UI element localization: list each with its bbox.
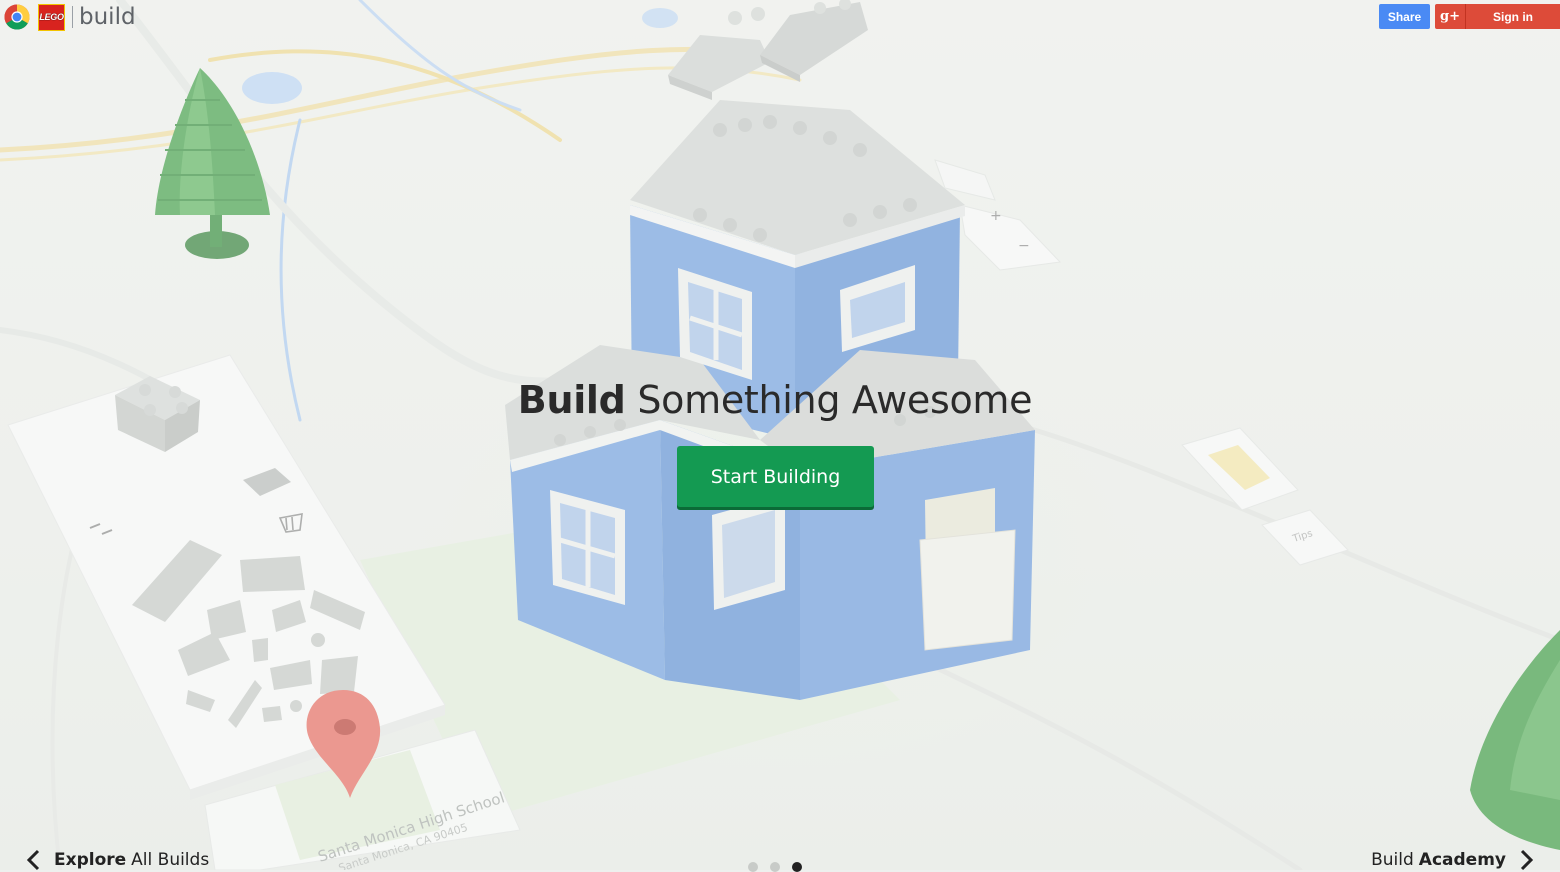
google-plus-icon[interactable]: g+ [1435, 4, 1465, 29]
explore-all-builds-link[interactable]: Explore All Builds [26, 848, 209, 872]
share-button[interactable]: Share [1379, 4, 1430, 29]
chevron-left-icon [26, 849, 40, 871]
explore-bold: Explore [54, 850, 127, 870]
build-scene-background: Santa Monica High School Santa Monica, C… [0, 0, 1560, 870]
scene-veil [0, 0, 1560, 870]
hero-title-bold: Build [517, 378, 626, 422]
pager-dot-1[interactable] [748, 862, 758, 872]
pager-dot-3[interactable] [792, 862, 802, 872]
build-academy-link[interactable]: Build Academy [1371, 848, 1534, 872]
academy-pre: Build [1371, 850, 1414, 870]
pager-dot-2[interactable] [770, 862, 780, 872]
hero-title-rest: Something Awesome [637, 378, 1033, 422]
start-building-button[interactable]: Start Building [677, 446, 874, 507]
lego-logo: LEGO [38, 3, 65, 31]
brand-divider [72, 6, 73, 28]
sign-in-button[interactable]: Sign in [1465, 4, 1560, 29]
academy-bold: Academy [1418, 850, 1506, 870]
explore-rest: All Builds [131, 850, 210, 870]
scene-illustration: Santa Monica High School Santa Monica, C… [0, 0, 1560, 870]
brand-word: build [79, 4, 136, 30]
lego-logo-text: LEGO [39, 12, 64, 22]
chevron-right-icon [1520, 849, 1534, 871]
chrome-logo-icon [4, 4, 30, 30]
top-bar: LEGO build Share g+ Sign in [0, 0, 1560, 34]
carousel-pager [748, 862, 802, 872]
brand-lockup[interactable]: LEGO build [4, 3, 136, 31]
hero-title: Build Something Awesome [400, 378, 1150, 422]
